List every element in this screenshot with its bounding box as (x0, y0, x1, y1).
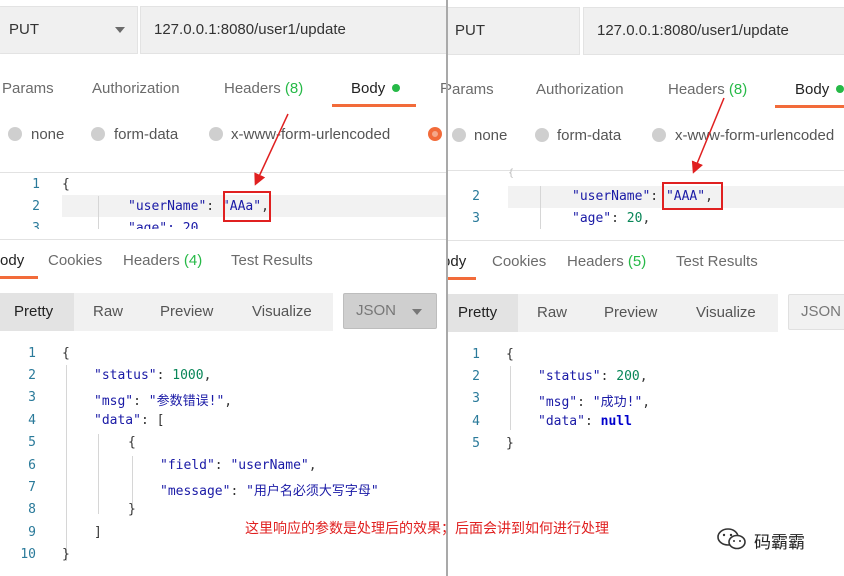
annotation-arrows (254, 97, 725, 186)
watermark-text: 码霸霸 (754, 533, 805, 553)
wechat-icon (716, 527, 748, 551)
red-arrow-icon (254, 113, 289, 186)
red-arrow-icon (691, 97, 725, 174)
annotation-note: 这里响应的参数是处理后的效果；后面会讲到如何进行处理 (245, 521, 609, 537)
